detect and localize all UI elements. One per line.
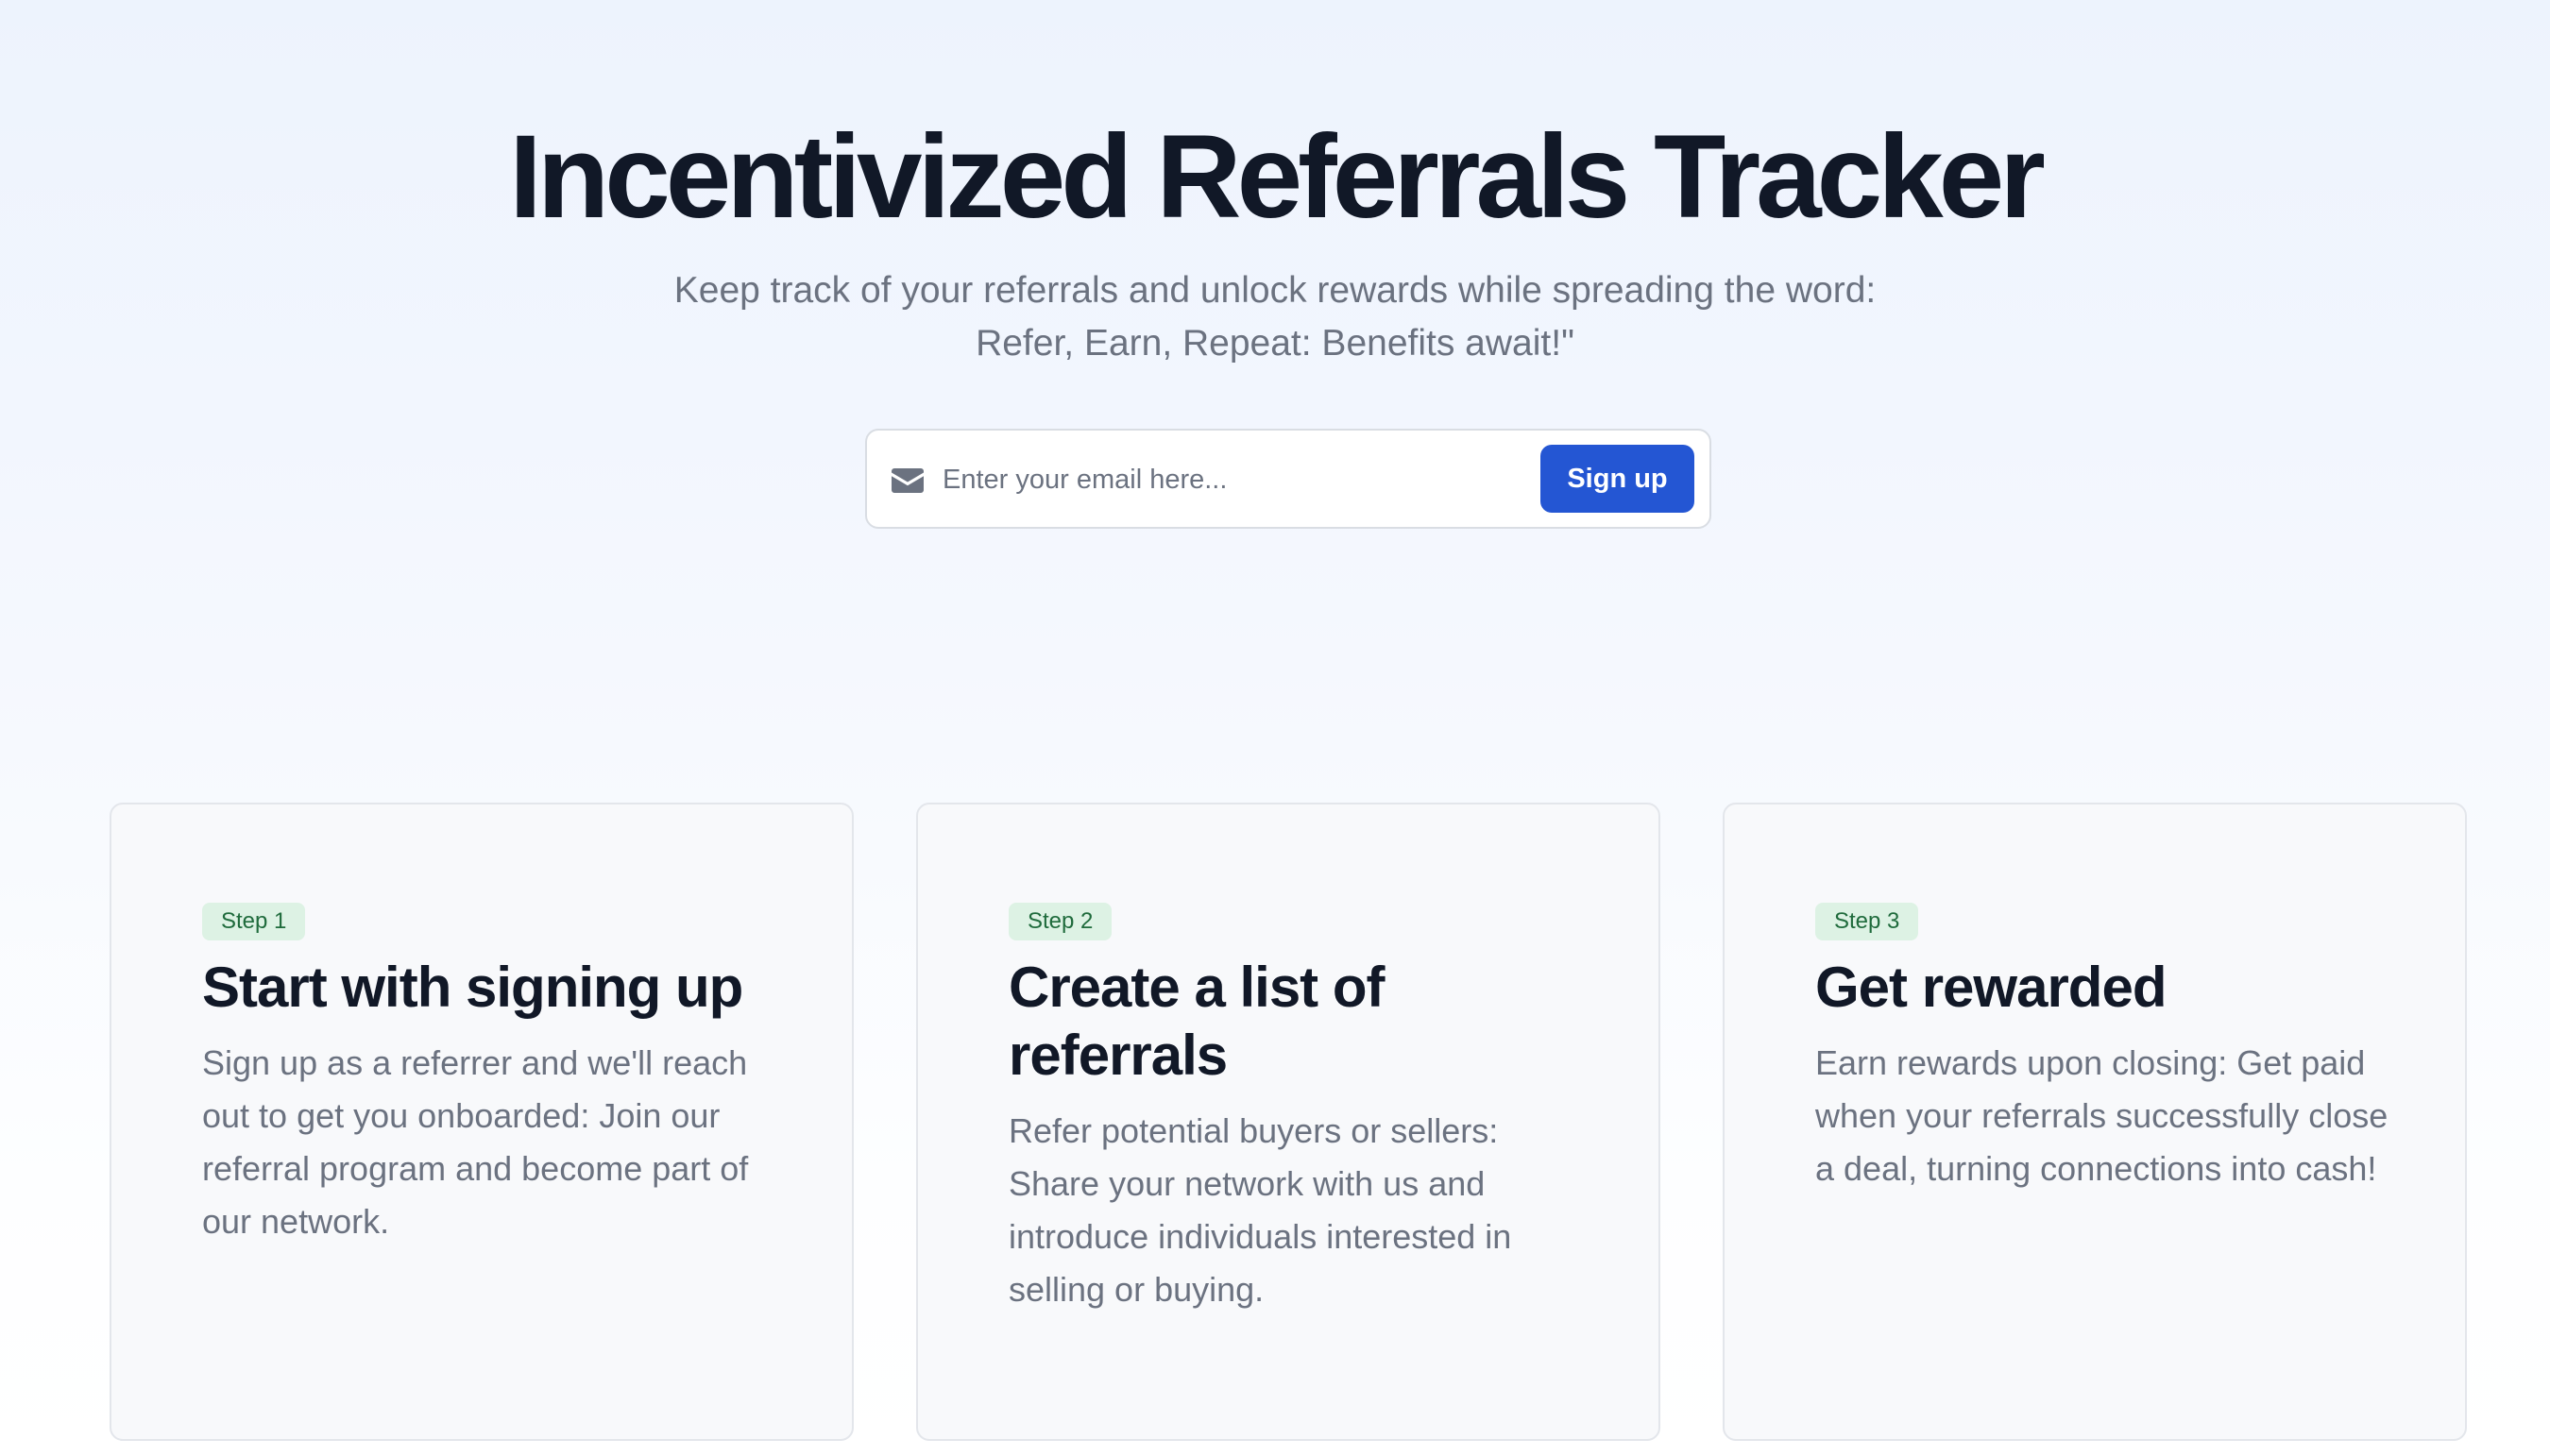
step-badge: Step 1	[202, 903, 306, 940]
page-subtitle: Keep track of your referrals and unlock …	[614, 264, 1936, 370]
step-title: Start with signing up	[202, 956, 743, 1019]
step-card-1: Step 1 Start with signing up Sign up as …	[110, 803, 854, 1441]
step-title: Create a list of referrals	[1009, 956, 1385, 1087]
step-card-3: Step 3 Get rewarded Earn rewards upon cl…	[1723, 803, 2467, 1441]
step-title: Get rewarded	[1815, 956, 2167, 1019]
step-badge: Step 3	[1815, 903, 1919, 940]
step-description: Earn rewards upon closing: Get paid when…	[1815, 1043, 2388, 1188]
step-description: Refer potential buyers or sellers: Share…	[1009, 1111, 1512, 1309]
email-input[interactable]	[943, 451, 1424, 508]
step-card-2: Step 2 Create a list of referrals Refer …	[916, 803, 1660, 1441]
mail-icon	[892, 468, 924, 493]
step-description: Sign up as a referrer and we'll reach ou…	[202, 1043, 749, 1241]
subtitle-line-1: Keep track of your referrals and unlock …	[673, 270, 1877, 311]
step-badge: Step 2	[1009, 903, 1113, 940]
page-title: Incentivized Referrals Tracker	[509, 111, 2046, 243]
sign-up-button[interactable]: Sign up	[1540, 445, 1694, 513]
email-signup-form: Sign up	[865, 429, 1711, 529]
subtitle-line-2: Refer, Earn, Repeat: Benefits await!"	[976, 323, 1574, 364]
